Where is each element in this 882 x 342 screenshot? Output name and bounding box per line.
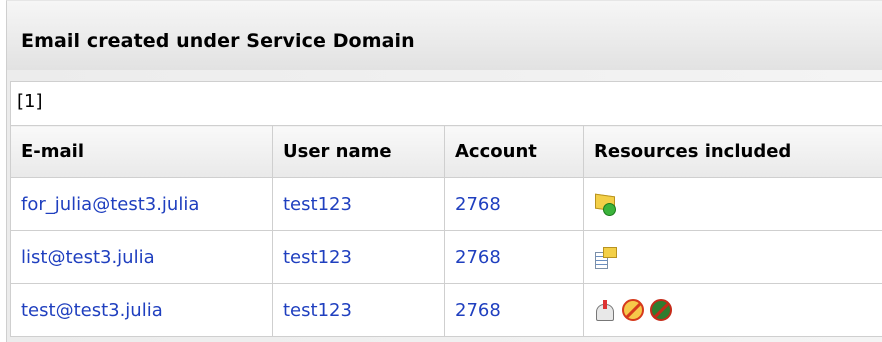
email-link[interactable]: test@test3.julia [21,300,163,321]
email-table: E-mail User name Account Resources inclu… [10,125,882,337]
column-header-resources: Resources included [583,125,882,178]
email-link[interactable]: for_julia@test3.julia [21,194,199,215]
user-name-link[interactable]: test123 [283,194,352,215]
resources-cell [594,299,882,321]
user-name-link[interactable]: test123 [283,247,352,268]
table-row: list@test3.julia test123 2768 [10,230,882,284]
email-link[interactable]: list@test3.julia [21,247,155,268]
mail-forward-icon[interactable] [594,193,616,216]
mailing-list-icon[interactable] [594,246,617,269]
account-link[interactable]: 2768 [455,247,501,268]
table-header-row: E-mail User name Account Resources inclu… [10,125,882,178]
resources-cell [594,193,882,216]
table-row: test@test3.julia test123 2768 [10,283,882,337]
account-link[interactable]: 2768 [455,194,501,215]
mailbox-icon[interactable] [594,299,616,321]
user-name-link[interactable]: test123 [283,300,352,321]
column-header-user-name[interactable]: User name [272,125,445,178]
column-header-account[interactable]: Account [444,125,584,178]
panel-content: [1] E-mail User name Account Resources i… [6,70,882,342]
pagination: [1] [10,81,882,125]
email-panel: Email created under Service Domain [1] E… [6,0,882,342]
column-header-email[interactable]: E-mail [10,125,273,178]
panel-title: Email created under Service Domain [21,30,415,52]
antivirus-disabled-icon[interactable] [650,299,672,321]
table-row: for_julia@test3.julia test123 2768 [10,177,882,231]
pagination-text: [1] [17,91,43,112]
mail-disabled-icon[interactable] [622,299,644,321]
account-link[interactable]: 2768 [455,300,501,321]
resources-cell [594,246,882,269]
panel-header: Email created under Service Domain [6,0,882,70]
